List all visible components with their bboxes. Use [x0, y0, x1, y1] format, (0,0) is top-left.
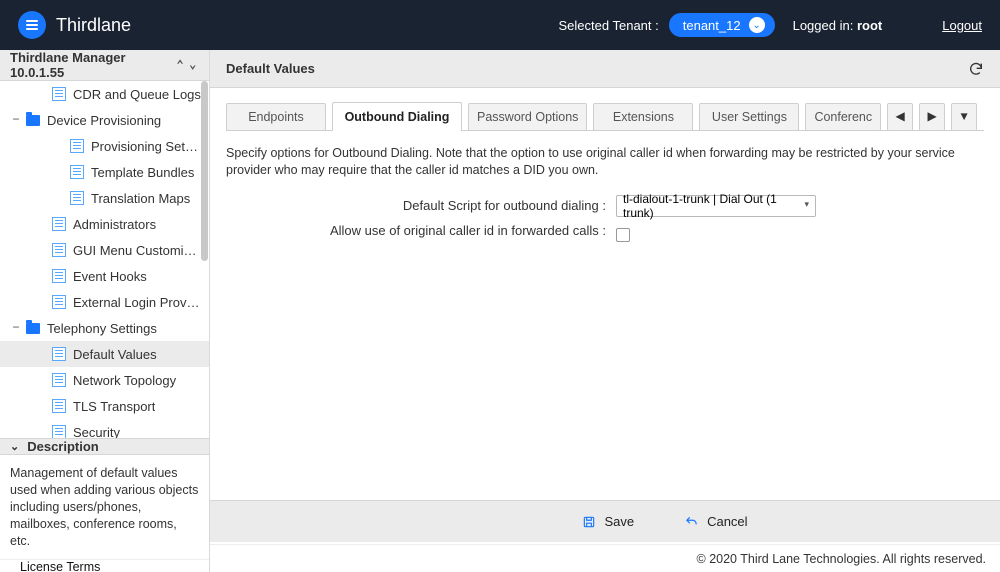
tree-item[interactable]: Administrators [0, 211, 209, 237]
description-title: Description [27, 439, 99, 454]
tree-item[interactable]: Template Bundles [0, 159, 209, 185]
brand-logo [18, 11, 46, 39]
tab-endpoints[interactable]: Endpoints [226, 103, 326, 131]
doc-icon [52, 217, 66, 231]
doc-icon [52, 269, 66, 283]
description-header[interactable]: ⌄ Description [0, 438, 209, 455]
doc-icon [52, 425, 66, 438]
doc-icon [52, 295, 66, 309]
tree-folder[interactable]: −Telephony Settings [0, 315, 209, 341]
license-link[interactable]: License Terms [0, 559, 209, 572]
doc-icon [52, 243, 66, 257]
tab-menu[interactable]: ▼ [951, 103, 977, 131]
tree-item[interactable]: Default Values [0, 341, 209, 367]
doc-icon [52, 87, 66, 101]
collapse-all-icon[interactable]: ⌃ [174, 58, 187, 72]
tree-item[interactable]: GUI Menu Customiz… [0, 237, 209, 263]
titlebar: Default Values [210, 50, 1000, 88]
doc-icon [52, 347, 66, 361]
allow-orig-checkbox[interactable] [616, 228, 630, 242]
doc-icon [70, 191, 84, 205]
description-body: Management of default values used when a… [0, 455, 209, 559]
form-label-allow-orig: Allow use of original caller id in forwa… [226, 223, 616, 239]
tab-extensions[interactable]: Extensions [593, 103, 693, 131]
save-button[interactable]: Save [582, 514, 634, 529]
form-label-script: Default Script for outbound dialing : [226, 198, 616, 213]
folder-icon [26, 323, 40, 334]
tree-item[interactable]: TLS Transport [0, 393, 209, 419]
save-icon [582, 515, 596, 529]
expander-icon[interactable]: − [10, 321, 22, 335]
expand-all-icon[interactable]: ⌄ [186, 58, 199, 72]
tab-conferenc[interactable]: Conferenc [805, 103, 881, 131]
tenant-selector[interactable]: tenant_12 ⌄ [669, 13, 775, 37]
tree-item[interactable]: Security [0, 419, 209, 438]
cancel-label: Cancel [707, 514, 747, 529]
tab-scroll-right[interactable]: ▶ [919, 103, 945, 131]
tree-item[interactable]: Provisioning Setti… [0, 133, 209, 159]
default-script-select[interactable]: tl-dialout-1-trunk | Dial Out (1 trunk) [616, 195, 816, 217]
tab-password-options[interactable]: Password Options [468, 103, 587, 131]
brand-name: Thirdlane [56, 15, 131, 36]
logged-in: Logged in: root [793, 18, 883, 33]
chevron-down-icon: ⌄ [749, 17, 765, 33]
sidebar-header: Thirdlane Manager 10.0.1.55 ⌃ ⌄ [0, 50, 209, 81]
folder-icon [26, 115, 40, 126]
nav-tree[interactable]: CDR and Queue Logs−Device ProvisioningPr… [0, 81, 209, 438]
tree-item[interactable]: Network Topology [0, 367, 209, 393]
sidebar-title: Thirdlane Manager 10.0.1.55 [10, 50, 174, 80]
tab-outbound-dialing[interactable]: Outbound Dialing [332, 102, 462, 131]
page-title: Default Values [226, 61, 315, 76]
doc-icon [70, 165, 84, 179]
doc-icon [52, 373, 66, 387]
refresh-icon[interactable] [968, 61, 984, 77]
tree-item[interactable]: CDR and Queue Logs [0, 81, 209, 107]
tab-user-settings[interactable]: User Settings [699, 103, 799, 131]
footer: © 2020 Third Lane Technologies. All righ… [210, 544, 1000, 572]
action-bar: Save Cancel [210, 500, 1000, 542]
doc-icon [70, 139, 84, 153]
scrollbar[interactable] [200, 81, 208, 438]
topbar: Thirdlane Selected Tenant : tenant_12 ⌄ … [0, 0, 1000, 50]
expander-icon[interactable]: − [10, 113, 22, 127]
tenant-name: tenant_12 [683, 18, 741, 33]
tabs: EndpointsOutbound DialingPassword Option… [226, 102, 984, 131]
tree-item[interactable]: External Login Provi… [0, 289, 209, 315]
logout-link[interactable]: Logout [942, 18, 982, 33]
cancel-button[interactable]: Cancel [684, 514, 747, 529]
tree-item[interactable]: Event Hooks [0, 263, 209, 289]
help-text: Specify options for Outbound Dialing. No… [226, 145, 984, 179]
undo-icon [684, 515, 699, 529]
doc-icon [52, 399, 66, 413]
tree-item[interactable]: Translation Maps [0, 185, 209, 211]
save-label: Save [604, 514, 634, 529]
tree-folder[interactable]: −Device Provisioning [0, 107, 209, 133]
selected-tenant-label: Selected Tenant : [559, 18, 659, 33]
chevron-down-icon: ⌄ [10, 440, 19, 453]
tab-scroll-left[interactable]: ◀ [887, 103, 913, 131]
sidebar: Thirdlane Manager 10.0.1.55 ⌃ ⌄ CDR and … [0, 50, 210, 572]
main: Default Values EndpointsOutbound Dialing… [210, 50, 1000, 572]
